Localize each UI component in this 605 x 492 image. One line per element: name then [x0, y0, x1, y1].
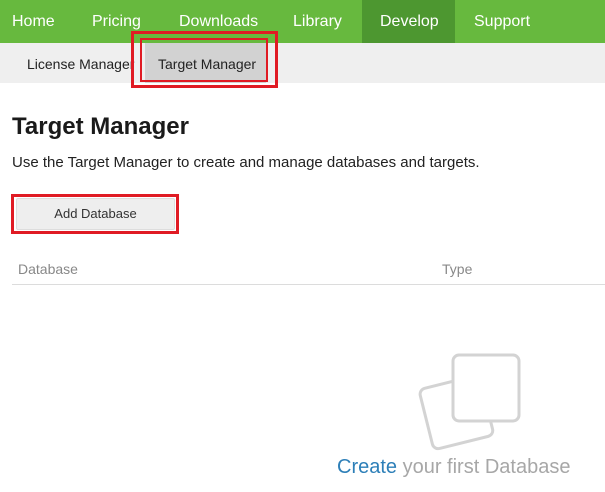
column-header-type[interactable]: Type: [442, 261, 472, 277]
sub-navigation: License Manager Target Manager: [0, 43, 605, 83]
create-database-link[interactable]: Create: [337, 456, 397, 478]
column-header-database[interactable]: Database: [18, 261, 78, 277]
page-title: Target Manager: [12, 113, 189, 140]
nav-library[interactable]: Library: [278, 0, 362, 43]
stacked-cards-icon: [414, 350, 526, 460]
nav-support[interactable]: Support: [459, 0, 547, 43]
table-header: Database Type: [12, 256, 605, 285]
nav-downloads[interactable]: Downloads: [164, 0, 276, 43]
empty-state-message: Create your first Database: [337, 456, 570, 479]
nav-develop[interactable]: Develop: [362, 0, 455, 43]
add-database-button[interactable]: Add Database: [16, 198, 175, 230]
subnav-target-manager[interactable]: Target Manager: [145, 43, 266, 83]
subnav-license-manager[interactable]: License Manager: [14, 43, 142, 83]
top-navigation: Home Pricing Downloads Library Develop S…: [0, 0, 605, 43]
nav-pricing[interactable]: Pricing: [78, 0, 158, 43]
empty-state-text: your first Database: [397, 456, 571, 478]
nav-home[interactable]: Home: [0, 0, 66, 43]
page-description: Use the Target Manager to create and man…: [12, 154, 480, 171]
